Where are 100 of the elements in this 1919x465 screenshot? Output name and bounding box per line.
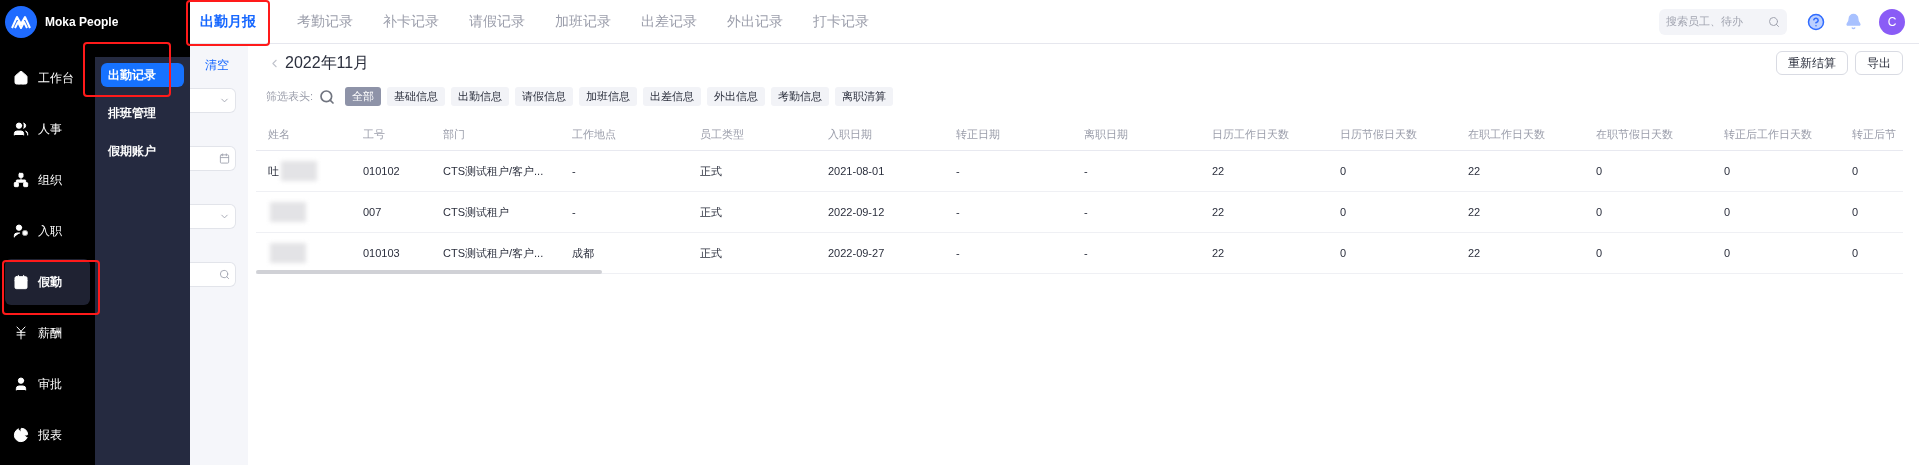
yen-icon [13, 325, 29, 341]
column-header: 员工类型 [700, 127, 744, 140]
search-icon [1768, 15, 1780, 28]
column-header: 工号 [363, 127, 385, 140]
nav-item[interactable]: 组织 [5, 157, 90, 203]
action-button[interactable]: 重新结算 [1776, 51, 1848, 75]
table-cell-text: 0 [1852, 245, 1859, 261]
table-cell-text: 0 [1852, 163, 1859, 179]
table-cell-text: 22 [1212, 163, 1225, 179]
table-cell-text: 0 [1340, 204, 1347, 220]
pie-chart-icon [13, 427, 29, 443]
bell-icon[interactable] [1845, 13, 1862, 30]
table-cell-text: 22 [1468, 163, 1481, 179]
table-cell-text: CTS测试租户/客户... [443, 245, 544, 261]
nav-item[interactable]: 工作台 [5, 55, 90, 101]
table-cell-text: - [956, 163, 960, 179]
submenu-item[interactable]: 出勤记录 [101, 63, 184, 87]
nav-item[interactable]: 人事 [5, 106, 90, 152]
filter-chip[interactable]: 离职清算 [835, 87, 894, 106]
calendar-icon [219, 153, 230, 164]
table-cell-text: - [1084, 163, 1088, 179]
brand-name: Moka People [45, 13, 119, 31]
filter-chip[interactable]: 考勤信息 [771, 87, 830, 106]
select-field[interactable] [190, 88, 236, 113]
table-cell-text: 22 [1212, 245, 1225, 261]
filter-chip[interactable]: 出差信息 [643, 87, 702, 106]
submenu-item[interactable]: 排班管理 [101, 101, 184, 125]
table-cell-text: 22 [1468, 245, 1481, 261]
table-cell-text: 0 [1724, 245, 1731, 261]
nav-item[interactable]: 入职 [5, 208, 90, 254]
user-gear-icon [13, 223, 29, 239]
users-icon [13, 121, 29, 137]
redaction-blur [281, 161, 317, 181]
table-cell-text: 0 [1340, 245, 1347, 261]
table-cell-text: 0 [1724, 204, 1731, 220]
table-cell-text: 成都 [572, 245, 594, 261]
nav-item[interactable]: 审批 [5, 361, 90, 407]
table-cell-text: 正式 [700, 204, 722, 220]
help-icon[interactable] [1807, 12, 1825, 31]
date-field[interactable] [190, 146, 236, 171]
table-cell-text: - [956, 204, 960, 220]
table-cell-text: - [1084, 204, 1088, 220]
filter-chip[interactable]: 加班信息 [579, 87, 638, 106]
column-header: 转正后节 [1852, 127, 1896, 140]
filter-chip[interactable]: 基础信息 [387, 87, 446, 106]
horizontal-scrollbar[interactable] [256, 270, 602, 274]
column-header: 离职日期 [1084, 127, 1128, 140]
table-cell-text: - [1084, 245, 1088, 261]
filter-label: 筛选表头: [266, 89, 314, 105]
table-cell-text: 0 [1596, 204, 1603, 220]
search-field[interactable] [190, 262, 236, 287]
tab[interactable]: 出勤月报 [190, 0, 282, 43]
nav-item[interactable]: 报表 [5, 412, 90, 458]
table-cell-text: CTS测试租户/客户... [443, 163, 544, 179]
column-header: 转正日期 [956, 127, 1000, 140]
nav-item[interactable]: 假勤 [5, 259, 90, 305]
logo-icon [5, 5, 37, 38]
table-cell-text: 正式 [700, 245, 722, 261]
column-header: 日历节假日天数 [1340, 127, 1417, 140]
filter-chip[interactable]: 外出信息 [707, 87, 766, 106]
table-cell-text: 0 [1596, 163, 1603, 179]
user-icon [13, 376, 29, 392]
filter-chip[interactable]: 请假信息 [515, 87, 574, 106]
column-header: 部门 [443, 127, 465, 140]
table-cell-text: 2022-09-27 [828, 245, 885, 261]
column-header: 入职日期 [828, 127, 872, 140]
filter-chip[interactable]: 出勤信息 [451, 87, 510, 106]
action-button[interactable]: 导出 [1855, 51, 1903, 75]
user-avatar[interactable]: C [1879, 8, 1905, 35]
table-cell-text: 007 [363, 204, 382, 220]
search-icon [219, 269, 230, 280]
table-cell-text: - [572, 163, 576, 179]
table-cell-text: 0 [1596, 245, 1603, 261]
table-cell-text: 010103 [363, 245, 400, 261]
table-cell-text: 22 [1212, 204, 1225, 220]
hierarchy-icon [13, 172, 29, 188]
table-cell-text: 0 [1852, 204, 1859, 220]
column-header: 在职工作日天数 [1468, 127, 1545, 140]
table-cell-text: 0 [1724, 163, 1731, 179]
table-cell-text: 22 [1468, 204, 1481, 220]
nav-item[interactable]: 薪酬 [5, 310, 90, 356]
column-header: 工作地点 [572, 127, 616, 140]
column-header: 日历工作日天数 [1212, 127, 1289, 140]
column-header: 姓名 [268, 127, 290, 140]
home-icon [13, 70, 29, 86]
search-icon[interactable] [319, 88, 336, 105]
table-cell-text: 2022-09-12 [828, 204, 885, 220]
table-cell-text: 正式 [700, 163, 722, 179]
redaction-blur [270, 202, 306, 222]
table-cell-text: - [956, 245, 960, 261]
clear-link[interactable]: 清空 [205, 56, 248, 74]
table-cell-text: CTS测试租户 [443, 204, 509, 220]
submenu-item[interactable]: 假期账户 [101, 139, 184, 163]
table-cell-text: - [572, 204, 576, 220]
table-cell-text: 吐 [268, 163, 279, 179]
column-header: 转正后工作日天数 [1724, 127, 1812, 140]
calendar-icon [13, 274, 29, 290]
table-cell-text: 2021-08-01 [828, 163, 885, 179]
redaction-blur [270, 243, 306, 263]
select-field[interactable] [190, 204, 236, 229]
